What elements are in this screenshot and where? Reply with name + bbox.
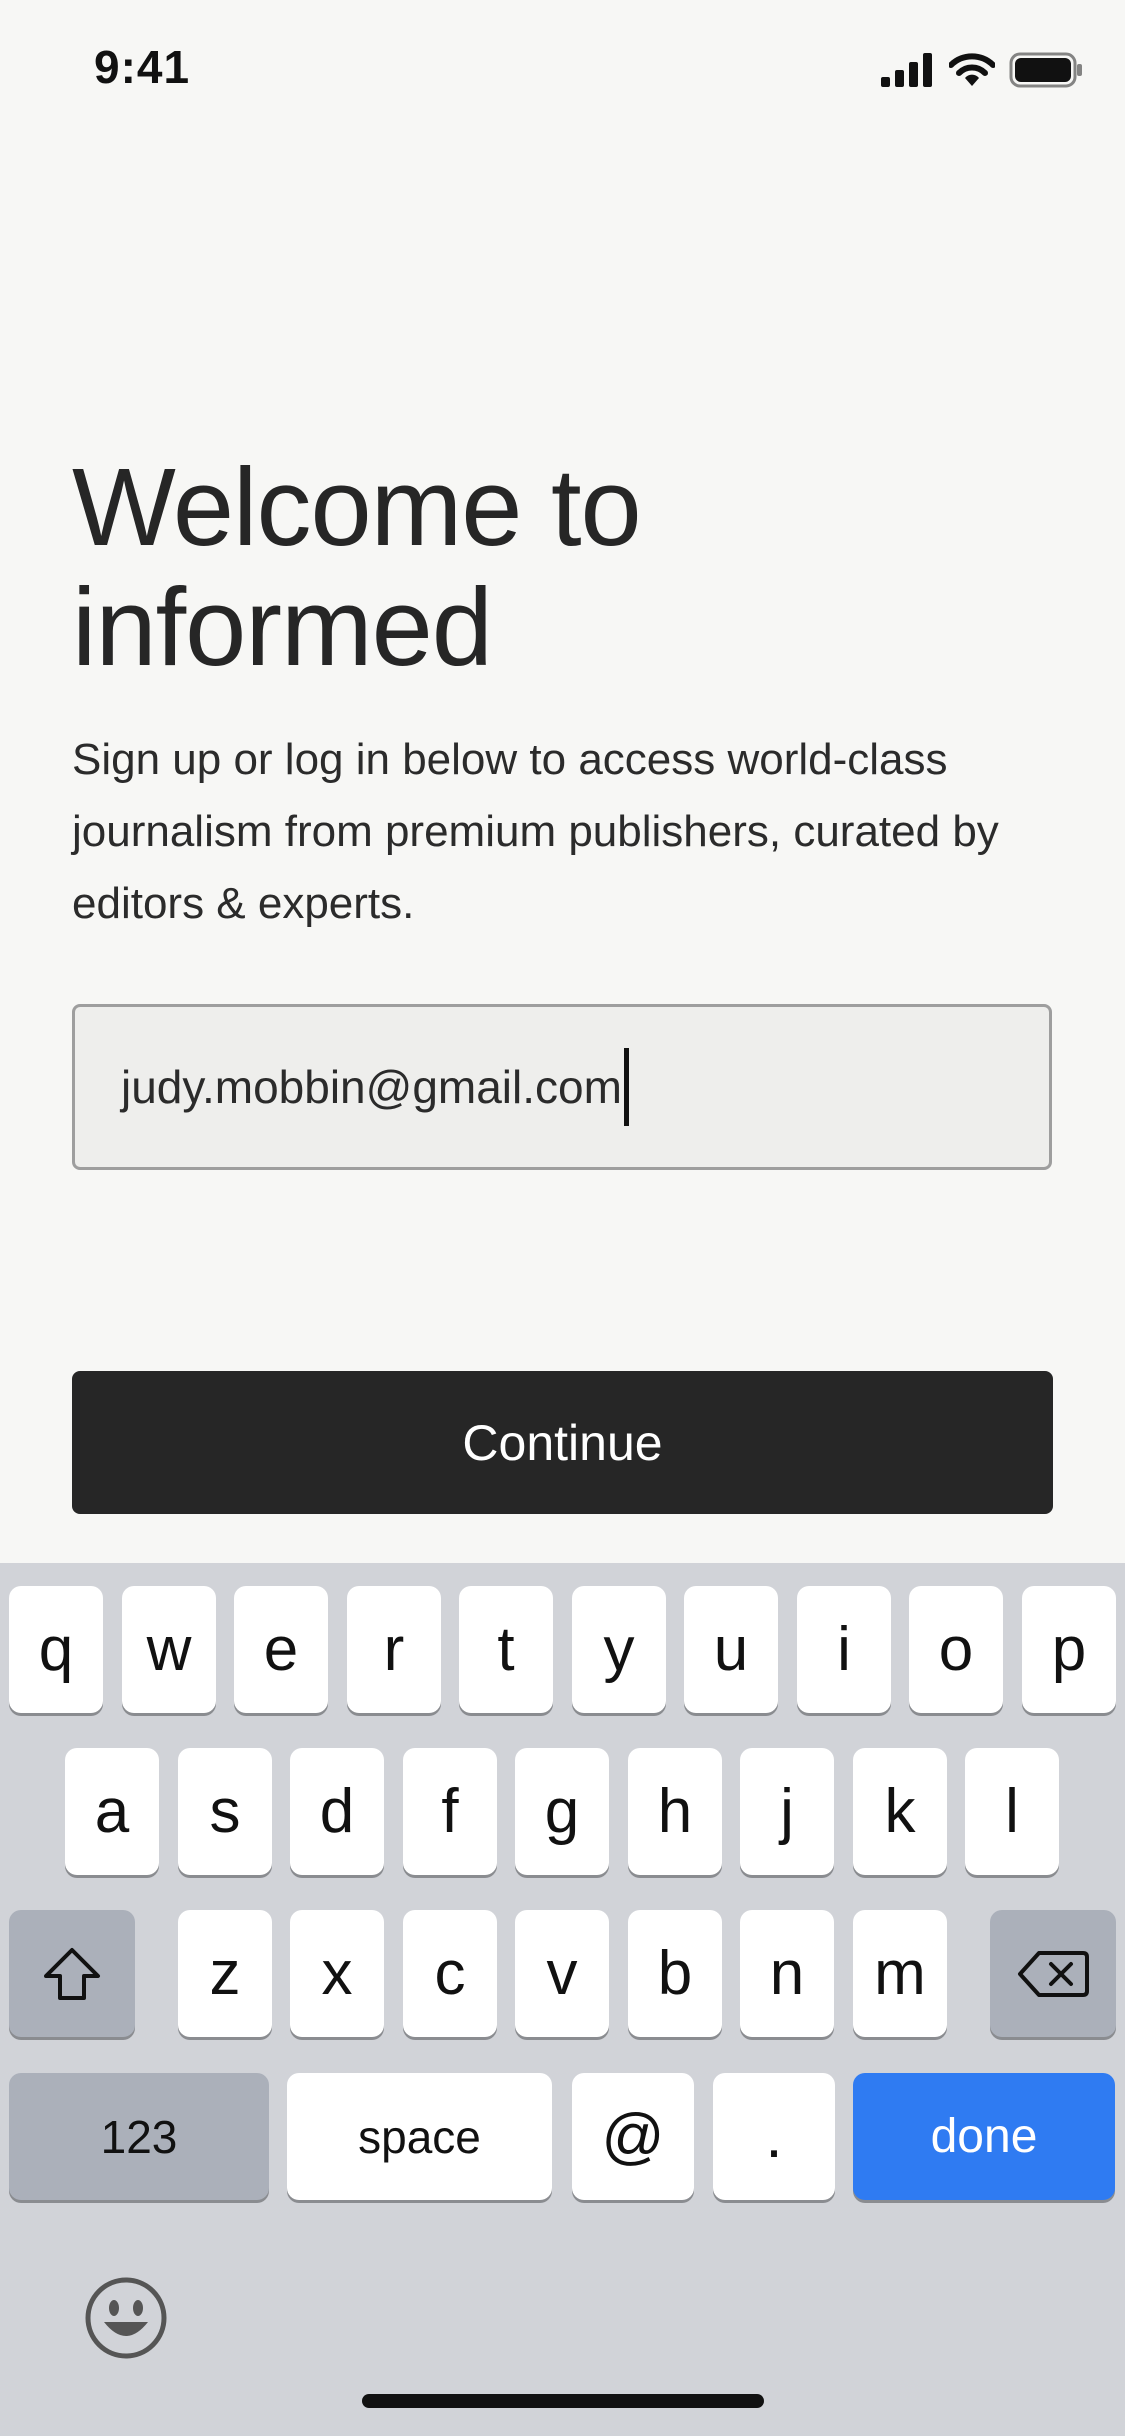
key-d[interactable]: d <box>290 1748 384 1875</box>
key-i[interactable]: i <box>797 1586 891 1713</box>
backspace-key[interactable] <box>990 1910 1116 2037</box>
emoji-icon[interactable] <box>84 2276 168 2360</box>
key-f[interactable]: f <box>403 1748 497 1875</box>
status-time: 9:41 <box>94 41 191 93</box>
key-w[interactable]: w <box>122 1586 216 1713</box>
key-k[interactable]: k <box>853 1748 947 1875</box>
done-key[interactable]: done <box>853 2073 1115 2200</box>
title-line-2: informed <box>72 566 493 689</box>
status-bar: 9:41 <box>0 0 1125 132</box>
email-field[interactable]: judy.mobbin@gmail.com <box>72 1004 1052 1170</box>
key-x[interactable]: x <box>290 1910 384 2037</box>
key-e[interactable]: e <box>234 1586 328 1713</box>
key-o[interactable]: o <box>909 1586 1003 1713</box>
key-u[interactable]: u <box>684 1586 778 1713</box>
key-j[interactable]: j <box>740 1748 834 1875</box>
page-title: Welcome to informed <box>72 448 1032 688</box>
key-v[interactable]: v <box>515 1910 609 2037</box>
at-key[interactable]: @ <box>572 2073 694 2200</box>
dot-key[interactable]: . <box>713 2073 835 2200</box>
key-t[interactable]: t <box>459 1586 553 1713</box>
key-c[interactable]: c <box>403 1910 497 2037</box>
shift-icon <box>44 1947 100 2000</box>
key-q[interactable]: q <box>9 1586 103 1713</box>
key-s[interactable]: s <box>178 1748 272 1875</box>
keyboard: q w e r t y u i o p a s d f g h j k l z … <box>0 1563 1125 2436</box>
space-key[interactable]: space <box>287 2073 552 2200</box>
backspace-icon <box>1018 1950 1089 1997</box>
key-a[interactable]: a <box>65 1748 159 1875</box>
key-m[interactable]: m <box>853 1910 947 2037</box>
status-icons <box>881 50 1083 90</box>
key-n[interactable]: n <box>740 1910 834 2037</box>
home-indicator <box>362 2394 764 2408</box>
signal-icon <box>881 53 932 87</box>
text-caret <box>623 1048 629 1126</box>
key-b[interactable]: b <box>628 1910 722 2037</box>
battery-icon <box>1009 52 1082 88</box>
key-l[interactable]: l <box>965 1748 1059 1875</box>
numbers-key[interactable]: 123 <box>9 2073 269 2200</box>
key-z[interactable]: z <box>178 1910 272 2037</box>
key-y[interactable]: y <box>572 1586 666 1713</box>
shift-key[interactable] <box>9 1910 135 2037</box>
key-p[interactable]: p <box>1022 1586 1116 1713</box>
continue-button[interactable]: Continue <box>72 1371 1053 1514</box>
key-h[interactable]: h <box>628 1748 722 1875</box>
title-line-1: Welcome to <box>72 446 642 569</box>
email-value: judy.mobbin@gmail.com <box>121 1061 622 1113</box>
wifi-icon <box>949 53 995 86</box>
page-subtitle: Sign up or log in below to access world-… <box>72 735 999 928</box>
key-r[interactable]: r <box>347 1586 441 1713</box>
key-g[interactable]: g <box>515 1748 609 1875</box>
